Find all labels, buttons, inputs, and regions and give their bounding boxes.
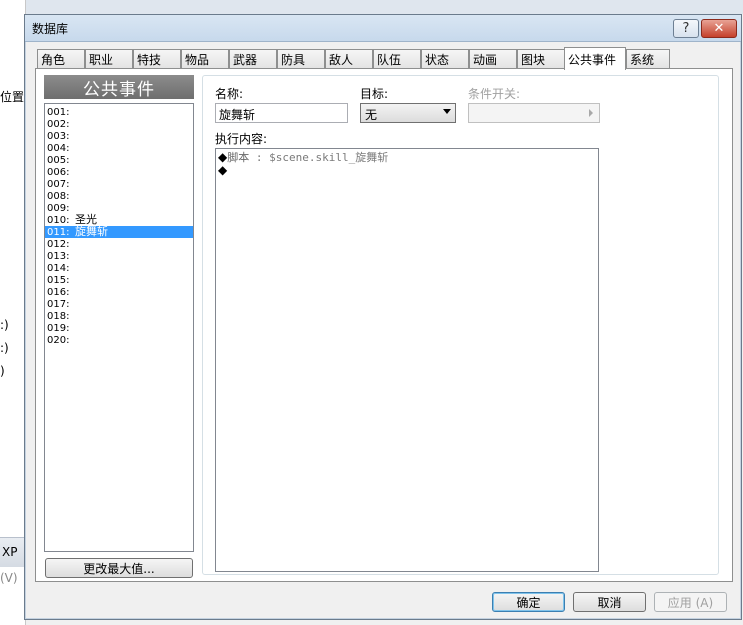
- content-label: 执行内容:: [215, 132, 268, 146]
- help-button[interactable]: ?: [673, 19, 699, 38]
- common-events-panel: 公共事件 001: 002: 003: 004: 005: 006: 007: 008: 009…: [35, 68, 733, 582]
- switch-label: 条件开关:: [468, 87, 521, 101]
- condition-switch-field: [468, 103, 600, 123]
- database-dialog: 数据库 ? ✕ 角色 职业 特技 物品 武器 防具 敌人 队伍 状态 动画 图块…: [24, 14, 742, 620]
- list-item[interactable]: 002:: [45, 118, 193, 130]
- list-item[interactable]: 018:: [45, 310, 193, 322]
- list-item[interactable]: 003:: [45, 130, 193, 142]
- list-item[interactable]: 005:: [45, 154, 193, 166]
- apply-button[interactable]: 应用 (A): [654, 592, 727, 612]
- chevron-right-icon: [589, 109, 593, 117]
- background-label: XP: [2, 545, 18, 559]
- command-line[interactable]: ◆: [218, 164, 596, 177]
- tab-enemies[interactable]: 敌人: [325, 49, 373, 69]
- list-item[interactable]: 008:: [45, 190, 193, 202]
- list-item[interactable]: 019:: [45, 322, 193, 334]
- tab-items[interactable]: 物品: [181, 49, 229, 69]
- event-properties-group: 名称: 旋舞斩 目标: 无 条件开关: 执行内容: ◆脚本 : $scene.s…: [202, 75, 719, 575]
- list-header: 公共事件: [44, 75, 194, 100]
- name-label: 名称:: [215, 87, 244, 101]
- tab-actors[interactable]: 角色: [37, 49, 85, 69]
- command-marker-icon: ◆: [218, 163, 228, 177]
- tab-classes[interactable]: 职业: [85, 49, 133, 69]
- tab-armors[interactable]: 防具: [277, 49, 325, 69]
- cancel-button[interactable]: 取消: [573, 592, 646, 612]
- close-icon: ✕: [713, 21, 725, 36]
- change-max-button[interactable]: 更改最大值...: [45, 558, 193, 578]
- background-toolbar: XP: [0, 537, 26, 567]
- list-item-number: 020:: [47, 335, 70, 346]
- list-item[interactable]: 017:: [45, 298, 193, 310]
- list-item[interactable]: 007:: [45, 178, 193, 190]
- background-window-top: [0, 0, 743, 14]
- background-label: (V): [0, 571, 18, 585]
- background-label: ): [0, 364, 5, 378]
- command-separator: :: [249, 151, 270, 164]
- command-marker-icon: ◆: [218, 150, 228, 164]
- event-commands-list[interactable]: ◆脚本 : $scene.skill_旋舞斩 ◆: [215, 148, 599, 572]
- tab-animations[interactable]: 动画: [469, 49, 517, 69]
- common-event-list[interactable]: 001: 002: 003: 004: 005: 006: 007: 008: 009: 010:…: [44, 103, 194, 552]
- list-item[interactable]: 020:: [45, 334, 193, 346]
- background-label: :): [0, 341, 9, 355]
- list-item[interactable]: 010: 圣光: [45, 214, 193, 227]
- tab-weapons[interactable]: 武器: [229, 49, 277, 69]
- tab-states[interactable]: 状态: [421, 49, 469, 69]
- ok-button[interactable]: 确定: [492, 592, 565, 612]
- tab-troops[interactable]: 队伍: [373, 49, 421, 69]
- command-keyword: 脚本: [227, 151, 250, 164]
- list-item[interactable]: 016:: [45, 286, 193, 298]
- target-value: 无: [365, 108, 378, 122]
- list-item[interactable]: 006:: [45, 166, 193, 178]
- list-item[interactable]: 012:: [45, 238, 193, 250]
- list-item[interactable]: 009:: [45, 202, 193, 214]
- background-window: 位置 :) :) ): [0, 0, 26, 625]
- tab-skills[interactable]: 特技: [133, 49, 181, 69]
- chevron-down-icon: [443, 109, 451, 114]
- list-item[interactable]: 004:: [45, 142, 193, 154]
- background-label: 位置: [0, 90, 25, 104]
- tab-tilesets[interactable]: 图块: [517, 49, 565, 69]
- background-label: :): [0, 318, 9, 332]
- list-item[interactable]: 014:: [45, 262, 193, 274]
- command-line[interactable]: ◆脚本 : $scene.skill_旋舞斩: [218, 150, 596, 165]
- name-field[interactable]: 旋舞斩: [215, 103, 348, 123]
- list-item[interactable]: 013:: [45, 250, 193, 262]
- target-select[interactable]: 无: [360, 103, 456, 123]
- target-label: 目标:: [360, 87, 389, 101]
- list-item[interactable]: 015:: [45, 274, 193, 286]
- tab-system[interactable]: 系统: [626, 49, 670, 69]
- dialog-title: 数据库: [32, 22, 69, 36]
- command-value: $scene.skill_旋舞斩: [269, 151, 389, 164]
- help-icon: ?: [682, 21, 690, 36]
- list-item[interactable]: 001:: [45, 106, 193, 118]
- dialog-titlebar[interactable]: 数据库 ? ✕: [25, 15, 741, 42]
- tab-common-events[interactable]: 公共事件: [564, 47, 626, 70]
- list-item-name: 旋舞斩: [75, 225, 108, 238]
- close-button[interactable]: ✕: [701, 19, 737, 38]
- list-item[interactable]: 011: 旋舞斩: [45, 226, 193, 238]
